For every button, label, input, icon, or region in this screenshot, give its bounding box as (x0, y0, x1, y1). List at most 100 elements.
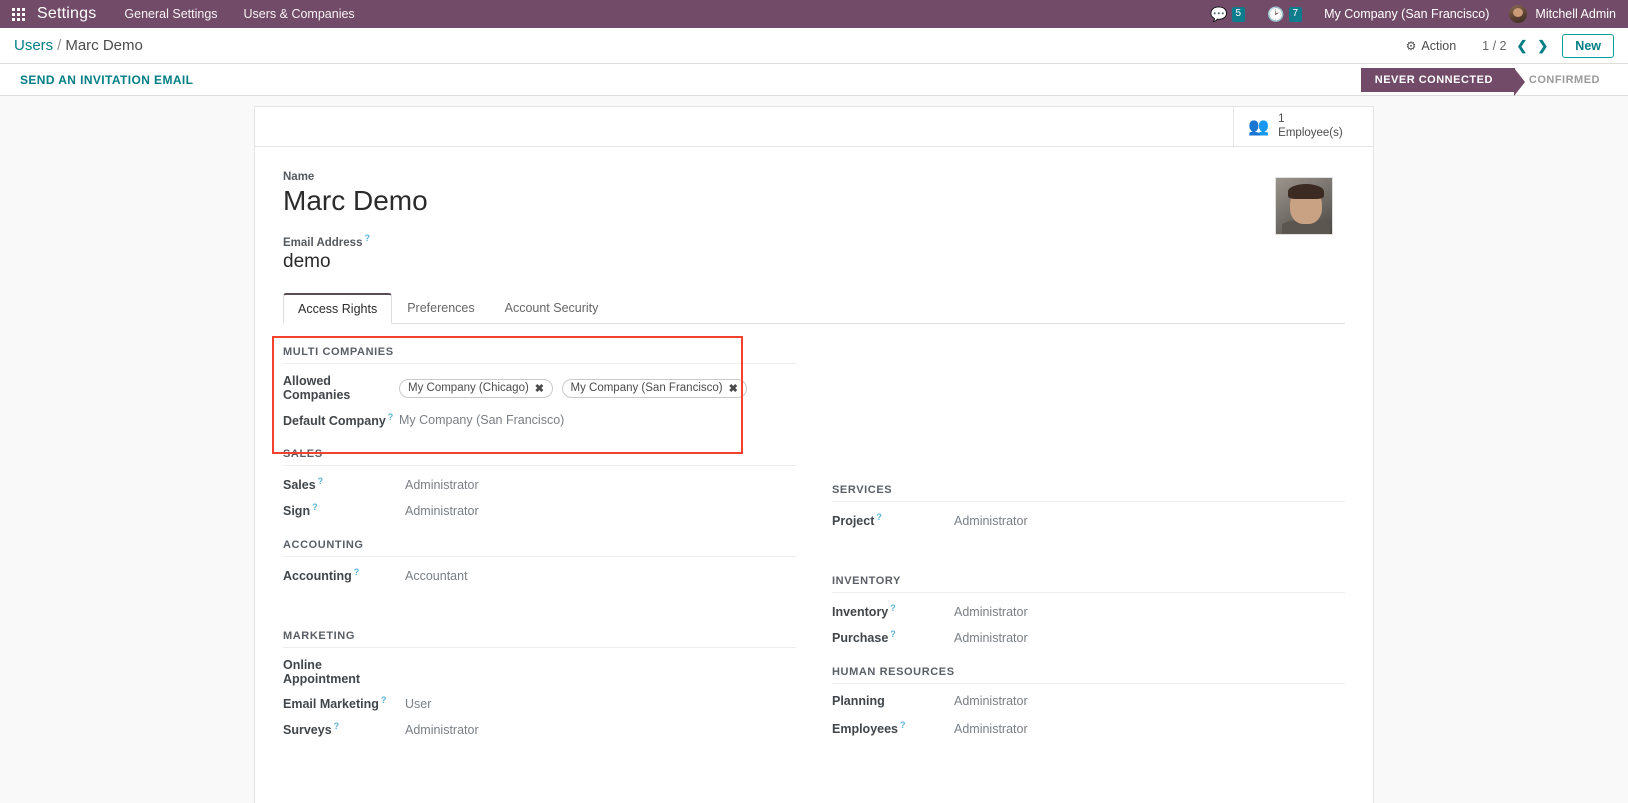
tab-preferences[interactable]: Preferences (392, 293, 489, 324)
group-accounting-rows: Accounting? Accountant (283, 557, 796, 610)
field-project-value[interactable]: Administrator (954, 514, 1028, 528)
help-icon[interactable]: ? (318, 476, 324, 486)
record-header-fields: Name Marc Demo Email Address? demo (283, 171, 1275, 273)
group-inventory-rows: Inventory? Administrator Purchase? Admin… (832, 593, 1345, 646)
messages-menu[interactable]: 💬 5 (1210, 6, 1246, 22)
help-icon[interactable]: ? (312, 502, 318, 512)
field-employees-value[interactable]: Administrator (954, 722, 1028, 736)
control-panel: Users / Marc Demo ⚙ Action 1 / 2 ❮ ❯ New (0, 28, 1628, 64)
tab-account-security[interactable]: Account Security (490, 293, 614, 324)
default-company-value[interactable]: My Company (San Francisco) (399, 413, 564, 427)
new-button[interactable]: New (1562, 33, 1614, 58)
field-inventory-label: Inventory? (832, 603, 940, 619)
label-text: Inventory (832, 605, 889, 620)
field-email-marketing: Email Marketing? User (283, 695, 796, 712)
field-accounting-value[interactable]: Accountant (405, 569, 468, 583)
field-surveys-label: Surveys? (283, 721, 391, 737)
remove-tag-icon[interactable]: ✖ (535, 382, 544, 395)
group-accounting-title: ACCOUNTING (283, 539, 796, 558)
field-planning-label: Planning (832, 694, 885, 709)
send-invitation-email-button[interactable]: SEND AN INVITATION EMAIL (14, 69, 199, 91)
allowed-companies-tags[interactable]: My Company (Chicago) ✖ My Company (San F… (399, 378, 752, 398)
field-online-appointment: Online Appointment (283, 658, 796, 686)
field-sign-value[interactable]: Administrator (405, 504, 479, 518)
menu-users-companies[interactable]: Users & Companies (244, 7, 355, 21)
field-online-appointment-label: Online Appointment (283, 658, 361, 687)
group-human-resources: HUMAN RESOURCES Planning Administrator E… (832, 666, 1345, 737)
company-tag[interactable]: My Company (Chicago) ✖ (399, 378, 554, 398)
field-surveys-value[interactable]: Administrator (405, 723, 479, 737)
tab-access-rights[interactable]: Access Rights (283, 293, 393, 325)
chevron-left-icon[interactable]: ❮ (1516, 38, 1527, 54)
form-sheet: 👥 1 Employee(s) Name Marc Demo Email Add… (254, 106, 1374, 803)
email-label: Email Address? (283, 233, 1275, 249)
field-planning: Planning Administrator (832, 694, 1345, 711)
content-background: 👥 1 Employee(s) Name Marc Demo Email Add… (0, 96, 1628, 803)
label-text: Accounting (283, 569, 352, 584)
action-button[interactable]: ⚙ Action (1406, 39, 1457, 53)
activities-menu[interactable]: 🕑 7 (1267, 6, 1303, 22)
group-services: SERVICES Project? Administrator (832, 484, 1345, 555)
group-inventory-title: INVENTORY (832, 575, 1345, 594)
status-row: SEND AN INVITATION EMAIL NEVER CONNECTED… (0, 64, 1628, 96)
company-tag[interactable]: My Company (San Francisco) ✖ (561, 378, 747, 398)
allowed-companies-row: Allowed Companies My Company (Chicago) ✖… (283, 374, 796, 402)
employees-label: Employee(s) (1278, 126, 1343, 139)
field-sales-value[interactable]: Administrator (405, 478, 479, 492)
field-planning-value[interactable]: Administrator (954, 694, 1028, 708)
breadcrumb-separator: / (57, 37, 62, 54)
email-value[interactable]: demo (283, 251, 1275, 273)
help-icon[interactable]: ? (876, 512, 882, 522)
help-icon[interactable]: ? (900, 720, 906, 730)
app-brand[interactable]: Settings (37, 5, 96, 23)
statusbar: NEVER CONNECTED CONFIRMED (1360, 67, 1614, 96)
group-marketing-rows: Online Appointment Email Marketing? User… (283, 648, 796, 738)
right-column-top-spacer (832, 346, 1345, 464)
avatar-hair (1288, 184, 1324, 199)
field-email-marketing-label: Email Marketing? (283, 695, 391, 711)
help-icon[interactable]: ? (890, 603, 896, 613)
field-purchase-value[interactable]: Administrator (954, 631, 1028, 645)
messages-icon: 💬 (1210, 6, 1228, 22)
employees-smart-button[interactable]: 👥 1 Employee(s) (1233, 107, 1373, 146)
name-value[interactable]: Marc Demo (283, 185, 1275, 217)
field-email-marketing-value[interactable]: User (405, 697, 431, 711)
field-accounting: Accounting? Accountant (283, 567, 796, 584)
user-avatar (1509, 5, 1528, 23)
field-inventory-value[interactable]: Administrator (954, 605, 1028, 619)
help-icon[interactable]: ? (381, 695, 387, 705)
remove-tag-icon[interactable]: ✖ (729, 382, 738, 395)
email-help-icon[interactable]: ? (364, 233, 370, 243)
label-text: Sign (283, 504, 311, 519)
smart-button-bar: 👥 1 Employee(s) (255, 107, 1373, 147)
breadcrumb: Users / Marc Demo (14, 37, 143, 54)
top-navbar: Settings General Settings Users & Compan… (0, 0, 1628, 28)
chevron-right-icon[interactable]: ❯ (1537, 38, 1548, 54)
label-text: Purchase (832, 631, 889, 646)
help-icon[interactable]: ? (890, 629, 896, 639)
access-rights-groups: MULTI COMPANIES Allowed Companies My Com… (272, 324, 1345, 768)
group-human-resources-rows: Planning Administrator Employees? Admini… (832, 684, 1345, 737)
field-employees-label: Employees? (832, 720, 940, 736)
help-icon[interactable]: ? (334, 721, 340, 731)
record-avatar[interactable] (1275, 177, 1333, 235)
user-menu[interactable]: Mitchell Admin (1509, 5, 1616, 23)
default-company-help-icon[interactable]: ? (388, 412, 394, 422)
default-company-label: Default Company? (283, 412, 399, 428)
group-marketing: MARKETING Online Appointment Email Marke… (283, 630, 796, 738)
company-switcher[interactable]: My Company (San Francisco) (1324, 7, 1489, 21)
breadcrumb-users[interactable]: Users (14, 37, 53, 54)
status-never-connected[interactable]: NEVER CONNECTED (1360, 67, 1526, 96)
status-confirmed[interactable]: CONFIRMED (1515, 68, 1614, 92)
default-company-label-text: Default Company (283, 414, 386, 429)
field-purchase: Purchase? Administrator (832, 629, 1345, 646)
help-icon[interactable]: ? (354, 567, 360, 577)
label-text: Sales (283, 478, 316, 493)
messages-count-badge: 5 (1231, 6, 1246, 22)
left-column: MULTI COMPANIES Allowed Companies My Com… (272, 336, 796, 758)
menu-general-settings[interactable]: General Settings (124, 7, 217, 21)
apps-grid-icon[interactable] (12, 7, 25, 21)
field-sign: Sign? Administrator (283, 502, 796, 519)
group-services-rows: Project? Administrator (832, 502, 1345, 555)
group-inventory: INVENTORY Inventory? Administrator Purch… (832, 575, 1345, 646)
